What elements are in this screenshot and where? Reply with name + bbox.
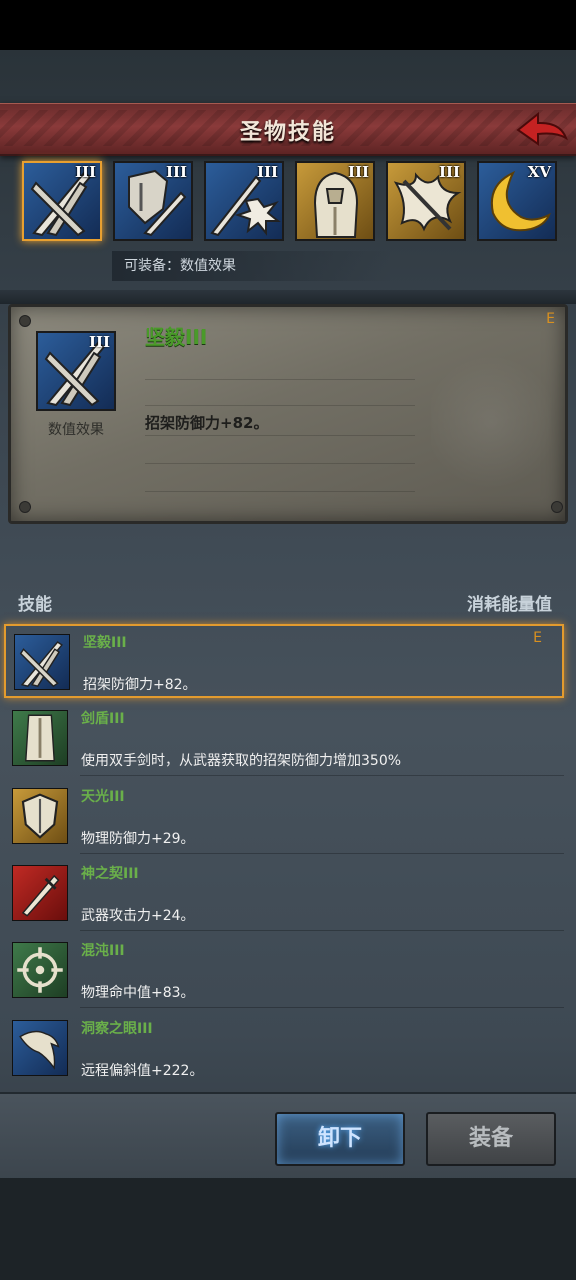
relic-tier: III [74,163,96,181]
rivet [551,501,563,513]
skill-name: 洞察之眼III [81,1021,153,1037]
back-button[interactable] [512,108,572,150]
skill-row[interactable]: 剑盾III 使用双手剑时，从武器获取的招架防御力增加350% [4,702,564,776]
skill-row[interactable]: 神之契III 武器攻击力+24。 [4,857,564,931]
skill-desc: 武器攻击力+24。 [81,908,195,924]
skill-name: 坚毅III [83,635,127,651]
relic-slot-3[interactable]: III [204,161,284,241]
rivet [19,501,31,513]
skill-detail-card: III 数值效果 坚毅III 招架防御力+82。 E [8,304,568,524]
relic-slot-6[interactable]: XV [477,161,557,241]
skill-icon [14,634,70,690]
skill-desc: 物理命中值+83。 [81,985,195,1001]
rule-line [145,379,415,380]
skill-name: 神之契III [81,866,139,882]
relic-slot-4[interactable]: III [295,161,375,241]
red-sword-icon [21,874,60,917]
rule-line [145,405,415,406]
relic-slot-1[interactable]: III [22,161,102,241]
page-title: 圣物技能 [239,120,336,145]
equippable-label: 可装备：数值效果 [112,251,392,281]
equip-button[interactable]: 装备 [426,1112,556,1166]
skill-list-header: 技能 消耗能量值 [0,586,576,616]
row-separator [80,1007,564,1008]
skill-row[interactable]: 洞察之眼III 远程偏斜值+222。 [4,1012,564,1086]
energy-column-label: 消耗能量值 [467,595,552,615]
skill-desc: 使用双手剑时，从武器获取的招架防御力增加350% [81,753,402,769]
relic-tier: III [347,163,369,181]
skill-rank-badge: E [533,630,542,646]
relic-tier: XV [527,163,551,181]
detail-tier: III [88,333,110,351]
skill-icon [12,788,68,844]
rule-line [145,435,415,436]
back-arrow-icon [516,111,568,146]
row-separator [80,775,564,776]
row-separator [80,853,564,854]
skill-icon [12,710,68,766]
skill-name: 剑盾III [81,711,125,727]
unequip-button[interactable]: 卸下 [275,1112,405,1166]
relic-selector: III III III III III XV [22,161,562,245]
skill-desc: 招架防御力+82。 [83,677,197,693]
skill-desc: 远程偏斜值+222。 [81,1063,204,1079]
relic-tier: III [165,163,187,181]
detail-skill-name: 坚毅III [145,325,208,349]
detail-rank-badge: E [546,311,555,327]
skill-desc: 物理防御力+29。 [81,831,195,847]
row-separator [80,930,564,931]
detail-skill-icon: III [36,331,116,411]
detail-skill-desc: 招架防御力+82。 [145,414,269,432]
crosshair-icon [17,947,63,993]
skill-name: 天光III [81,789,125,805]
action-bar: 卸下 装备 [0,1092,576,1180]
skill-row[interactable]: 天光III 物理防御力+29。 [4,780,564,854]
skill-row[interactable]: 坚毅III 招架防御力+82。 E [4,624,564,698]
relic-slot-2[interactable]: III [113,161,193,241]
skill-row[interactable]: 混沌III 物理命中值+83。 [4,934,564,1008]
skill-icon [12,942,68,998]
title-bar: 圣物技能 [0,103,576,156]
relic-slot-5[interactable]: III [386,161,466,241]
shield-icon [21,793,59,839]
skill-name: 混沌III [81,943,125,959]
relic-tier: III [256,163,278,181]
rivet [19,315,31,327]
skill-icon [12,865,68,921]
crossed-swords-icon [19,641,63,688]
hawk-icon [19,1030,60,1070]
skill-column-label: 技能 [18,595,52,615]
footer [0,1178,576,1280]
skill-icon [12,1020,68,1076]
relic-tier: III [438,163,460,181]
sword-cloak-icon [25,714,55,762]
divider [0,290,576,304]
rule-line [145,491,415,492]
detail-caption: 数值效果 [48,422,104,438]
rule-line [145,463,415,464]
